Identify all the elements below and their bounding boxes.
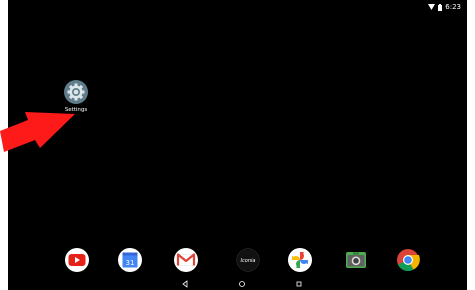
iconia-text: Iconia <box>241 258 256 264</box>
app-dock: 31 Iconia <box>8 248 467 278</box>
iconia-icon: Iconia <box>236 248 260 272</box>
annotation-arrow <box>0 112 75 152</box>
calendar-date-text: 31 <box>126 259 135 267</box>
photos-icon <box>288 248 312 272</box>
back-icon <box>182 280 188 288</box>
youtube-app[interactable] <box>65 248 89 272</box>
chrome-icon <box>397 249 420 272</box>
status-bar: 6:23 <box>428 2 461 12</box>
chrome-app[interactable] <box>396 248 420 272</box>
gmail-app[interactable] <box>174 248 198 272</box>
back-button[interactable] <box>180 280 190 288</box>
youtube-icon <box>65 248 89 272</box>
battery-icon <box>438 3 443 11</box>
recents-button[interactable] <box>294 280 304 288</box>
recents-icon <box>296 281 302 287</box>
photos-app[interactable] <box>288 248 312 272</box>
iconia-app[interactable]: Iconia <box>236 248 260 272</box>
camera-icon <box>346 252 366 268</box>
navigation-bar <box>8 278 467 290</box>
status-time: 6:23 <box>445 3 461 11</box>
calendar-app[interactable]: 31 <box>118 248 142 272</box>
wifi-icon <box>428 4 436 10</box>
camera-app[interactable] <box>344 248 368 272</box>
home-icon <box>239 281 245 287</box>
calendar-icon: 31 <box>118 248 142 272</box>
gmail-icon <box>174 248 198 272</box>
home-button[interactable] <box>237 280 247 288</box>
